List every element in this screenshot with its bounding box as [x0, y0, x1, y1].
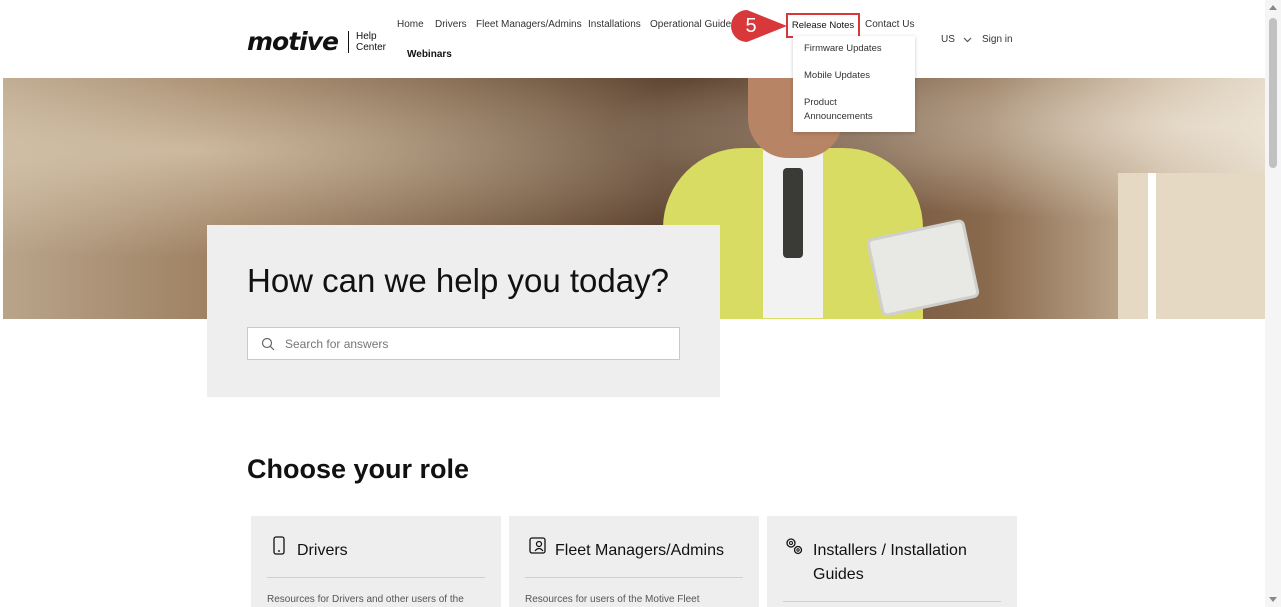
chevron-down-icon [963, 37, 972, 42]
release-notes-label: Release Notes [791, 20, 855, 31]
logo-sub-line2: Center [356, 41, 387, 53]
product-announcements-line1: Product [804, 97, 837, 108]
nav-fleet-managers[interactable]: Fleet Managers/Admins [476, 19, 582, 30]
card-divider [267, 577, 485, 578]
tablet-person-icon [529, 537, 546, 554]
hero-title: How can we help you today? [247, 262, 669, 299]
role-card-installers[interactable]: Installers / Installation Guides [767, 516, 1017, 607]
role-card-title: Installers / Installation Guides [813, 539, 967, 587]
nav-installations[interactable]: Installations [588, 19, 641, 30]
card-divider [525, 577, 743, 578]
role-card-drivers[interactable]: Drivers Resources for Drivers and other … [251, 516, 501, 607]
nav-operational-guides[interactable]: Operational Guides [650, 19, 736, 30]
role-card-title-line2: Guides [813, 566, 864, 583]
step-number: 5 [745, 15, 757, 37]
card-divider [783, 601, 1001, 602]
motive-logo[interactable]: motive Help Center [247, 27, 386, 56]
role-card-fleet-managers[interactable]: Fleet Managers/Admins Resources for user… [509, 516, 759, 607]
nav-drivers[interactable]: Drivers [435, 19, 467, 30]
search-icon [261, 337, 275, 350]
site-header: motive Help Center Home Drivers Fleet Ma… [0, 0, 1265, 78]
page-scrollbar[interactable] [1265, 0, 1281, 607]
nav-webinars[interactable]: Webinars [407, 49, 452, 60]
locale-label: US [941, 34, 955, 45]
scroll-up-icon[interactable] [1269, 5, 1277, 10]
search-input[interactable] [285, 336, 665, 351]
sign-in-link[interactable]: Sign in [982, 34, 1013, 45]
search-panel: How can we help you today? [207, 225, 720, 397]
role-card-title: Fleet Managers/Admins [555, 542, 724, 559]
dropdown-mobile-updates[interactable]: Mobile Updates [804, 69, 870, 83]
locale-selector[interactable]: US [941, 34, 972, 45]
hero-boxes [1118, 173, 1265, 319]
nav-release-notes[interactable]: Release Notes [786, 13, 860, 38]
role-card-title: Drivers [297, 542, 348, 559]
logo-sub-line1: Help [356, 30, 377, 42]
gears-icon [786, 538, 803, 555]
nav-home[interactable]: Home [397, 19, 424, 30]
search-box[interactable] [247, 327, 680, 360]
hero-person-tie [783, 168, 803, 258]
section-title-choose-role: Choose your role [247, 454, 470, 484]
scrollbar-thumb[interactable] [1269, 18, 1277, 168]
nav-contact-us[interactable]: Contact Us [865, 19, 914, 30]
release-notes-dropdown: Firmware Updates Mobile Updates Product … [793, 36, 915, 132]
product-announcements-line2: Announcements [804, 111, 873, 122]
role-card-title-line1: Installers / Installation [813, 542, 967, 559]
logo-subtitle: Help Center [356, 31, 386, 53]
scroll-down-icon[interactable] [1269, 597, 1277, 602]
dropdown-firmware-updates[interactable]: Firmware Updates [804, 42, 882, 56]
logo-divider [348, 30, 349, 53]
role-card-desc: Resources for Drivers and other users of… [267, 594, 464, 605]
phone-icon [273, 536, 285, 555]
dropdown-product-announcements[interactable]: Product Announcements [804, 96, 873, 124]
role-card-desc: Resources for users of the Motive Fleet [525, 594, 700, 605]
logo-wordmark: motive [247, 27, 339, 56]
